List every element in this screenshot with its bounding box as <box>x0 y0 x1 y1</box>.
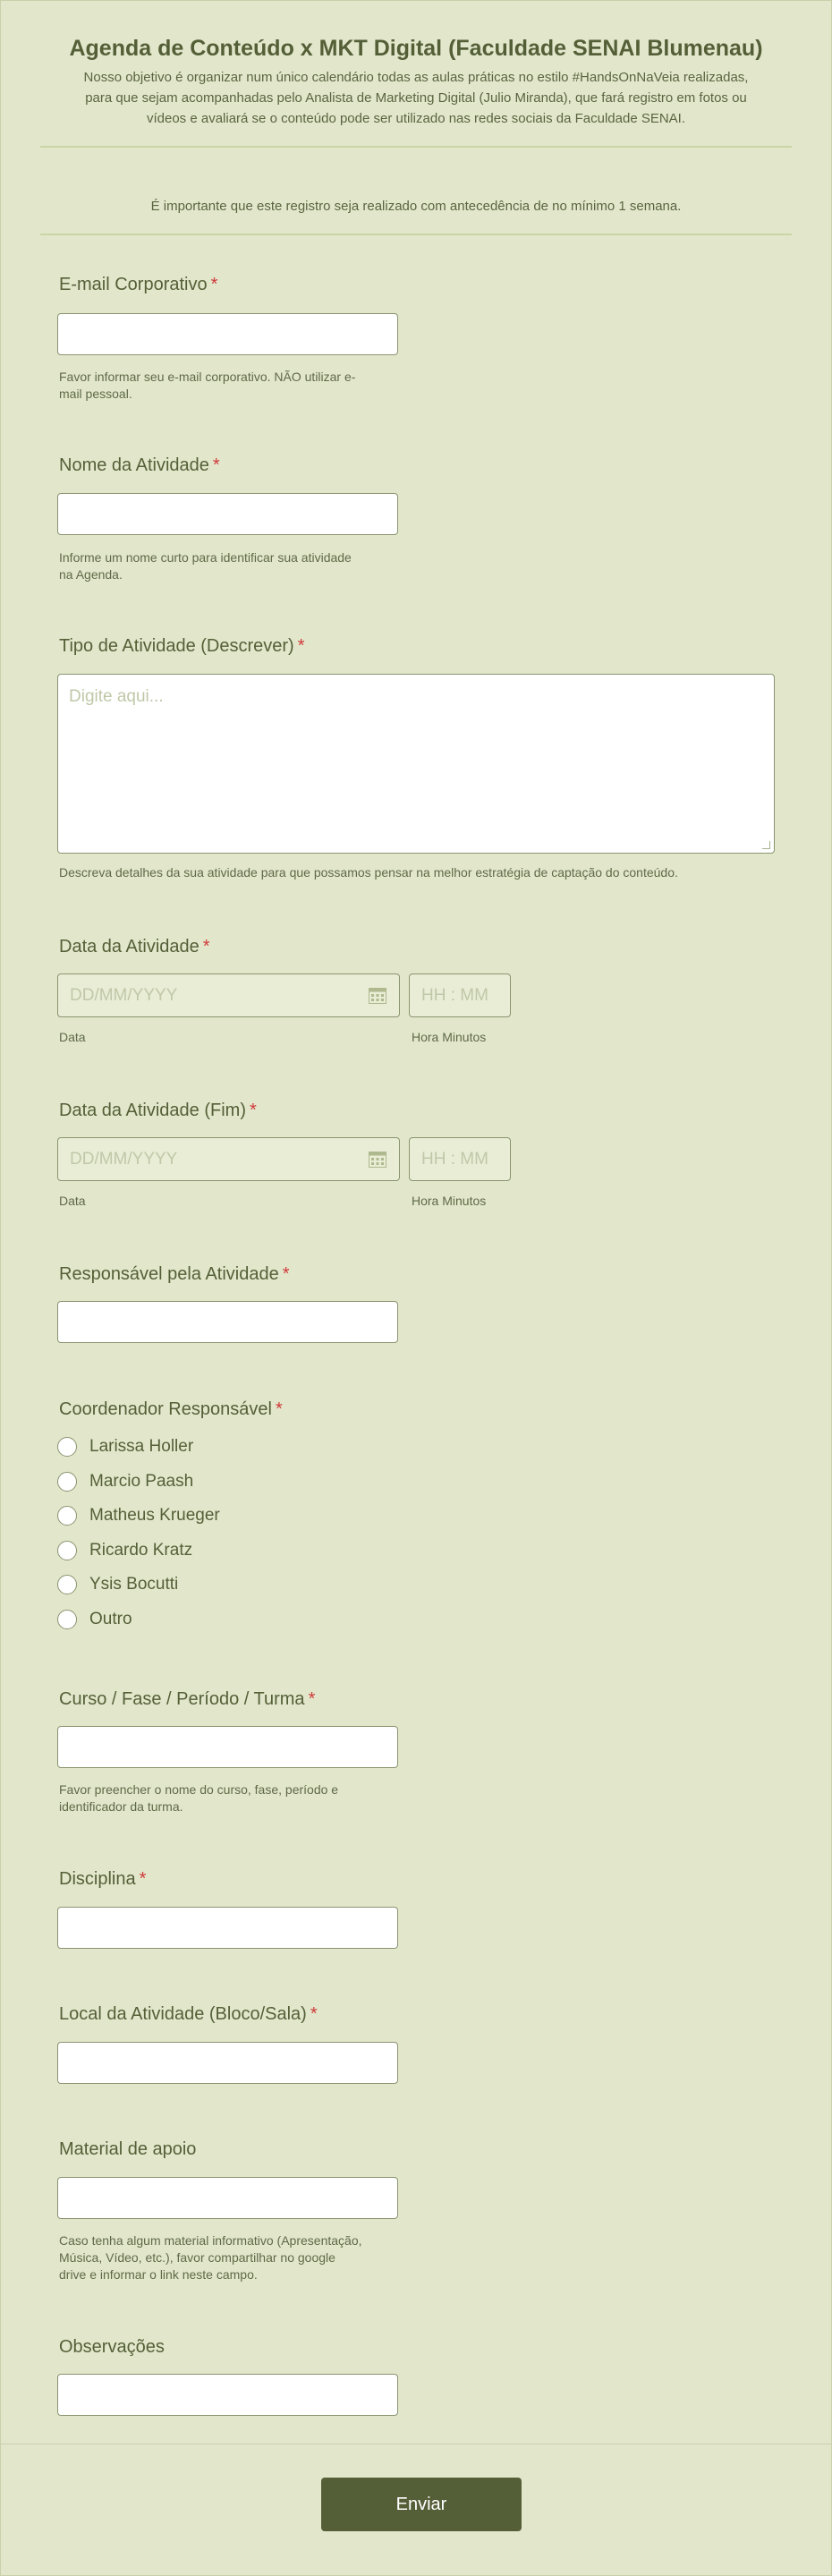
radio-button[interactable] <box>57 1506 77 1526</box>
required-asterisk: * <box>310 2004 318 2024</box>
support-material-help: Caso tenha algum material informativo (A… <box>59 2233 362 2282</box>
radio-option-ysis-bocutti[interactable]: Ysis Bocutti <box>57 1573 178 1596</box>
radio-button[interactable] <box>57 1437 77 1457</box>
support-material-field[interactable] <box>57 2177 398 2219</box>
time-placeholder: HH : MM <box>421 1150 488 1169</box>
date-sublabel: Data <box>59 1194 86 1208</box>
radio-button[interactable] <box>57 1541 77 1560</box>
location-field[interactable] <box>57 2042 398 2084</box>
calendar-icon[interactable] <box>369 1152 386 1168</box>
activity-name-label: Nome da Atividade * <box>59 455 220 475</box>
radio-option-outro[interactable]: Outro <box>57 1608 132 1631</box>
required-asterisk: * <box>308 1689 316 1709</box>
form-title: Agenda de Conteúdo x MKT Digital (Faculd… <box>69 36 763 61</box>
email-field[interactable] <box>57 313 398 355</box>
email-label: E-mail Corporativo * <box>59 275 218 294</box>
activity-type-placeholder: Digite aqui... <box>69 687 164 706</box>
activity-name-help: Informe um nome curto para identificar s… <box>59 550 352 582</box>
responsible-label: Responsável pela Atividade * <box>59 1264 290 1284</box>
required-asterisk: * <box>202 937 210 956</box>
activity-end-time-field[interactable]: HH : MM <box>409 1137 511 1181</box>
form-description: Nosso objetivo é organizar num único cal… <box>40 67 792 129</box>
activity-time-field[interactable]: HH : MM <box>409 973 511 1017</box>
radio-button[interactable] <box>57 1472 77 1492</box>
activity-type-textarea[interactable]: Digite aqui... <box>57 674 775 854</box>
activity-date-label: Data da Atividade * <box>59 937 210 956</box>
description-line: vídeos e avaliará se o conteúdo pode ser… <box>146 111 686 126</box>
description-line: Nosso objetivo é organizar num único cal… <box>83 70 749 85</box>
support-material-label: Material de apoio <box>59 2139 197 2159</box>
activity-end-date-field[interactable]: DD/MM/YYYY <box>57 1137 400 1181</box>
observations-field[interactable] <box>57 2374 398 2416</box>
required-asterisk: * <box>212 455 220 475</box>
activity-type-label: Tipo de Atividade (Descrever) * <box>59 636 305 656</box>
time-sublabel: Hora Minutos <box>412 1194 487 1208</box>
activity-date-field[interactable]: DD/MM/YYYY <box>57 973 400 1017</box>
date-placeholder: DD/MM/YYYY <box>70 1150 178 1169</box>
time-placeholder: HH : MM <box>421 986 488 1005</box>
required-asterisk: * <box>249 1101 257 1120</box>
calendar-icon[interactable] <box>369 988 386 1004</box>
responsible-field[interactable] <box>57 1301 398 1343</box>
location-label: Local da Atividade (Bloco/Sala) * <box>59 2004 318 2024</box>
required-asterisk: * <box>297 636 305 656</box>
required-asterisk: * <box>139 1869 147 1889</box>
discipline-label: Disciplina * <box>59 1869 147 1889</box>
notice-divider <box>40 234 792 235</box>
date-placeholder: DD/MM/YYYY <box>70 986 178 1005</box>
required-asterisk: * <box>282 1264 290 1284</box>
course-help: Favor preencher o nome do curso, fase, p… <box>59 1782 339 1814</box>
course-label: Curso / Fase / Período / Turma * <box>59 1689 316 1709</box>
radio-button[interactable] <box>57 1575 77 1594</box>
header-divider <box>40 146 792 148</box>
email-help: Favor informar seu e-mail corporativo. N… <box>59 370 356 401</box>
discipline-field[interactable] <box>57 1907 398 1949</box>
radio-option-matheus-krueger[interactable]: Matheus Krueger <box>57 1504 220 1527</box>
course-field[interactable] <box>57 1726 398 1768</box>
description-line: para que sejam acompanhadas pelo Analist… <box>85 90 747 106</box>
advance-notice: É importante que este registro seja real… <box>150 199 682 214</box>
activity-end-date-label: Data da Atividade (Fim) * <box>59 1101 257 1120</box>
required-asterisk: * <box>210 275 218 294</box>
date-sublabel: Data <box>59 1030 86 1044</box>
radio-option-marcio-paash[interactable]: Marcio Paash <box>57 1470 193 1493</box>
coordinator-label: Coordenador Responsável * <box>59 1399 283 1419</box>
submit-button[interactable]: Enviar <box>321 2478 522 2531</box>
radio-option-larissa-holler[interactable]: Larissa Holler <box>57 1435 193 1458</box>
resize-handle[interactable] <box>762 841 770 849</box>
activity-name-field[interactable] <box>57 493 398 535</box>
radio-button[interactable] <box>57 1610 77 1629</box>
radio-option-ricardo-kratz[interactable]: Ricardo Kratz <box>57 1539 192 1562</box>
time-sublabel: Hora Minutos <box>412 1030 487 1044</box>
required-asterisk: * <box>275 1399 283 1419</box>
observations-label: Observações <box>59 2337 165 2357</box>
activity-type-help: Descreva detalhes da sua atividade para … <box>59 865 678 880</box>
